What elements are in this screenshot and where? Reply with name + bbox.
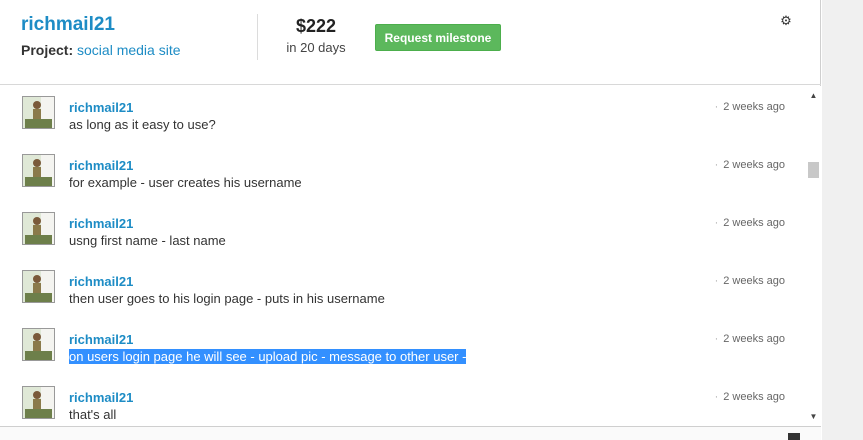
project-link[interactable]: social media site <box>77 42 181 58</box>
request-milestone-button[interactable]: Request milestone <box>375 24 501 51</box>
message-text: usng first name - last name <box>69 233 226 248</box>
scroll-up-arrow-icon[interactable]: ▲ <box>806 88 821 103</box>
page-background <box>822 0 863 440</box>
resize-handle[interactable] <box>788 433 800 440</box>
message-item: richmail21 that's all · 2 weeks ago <box>0 376 806 426</box>
gear-icon[interactable]: ⚙ <box>779 14 793 28</box>
conversation-panel: richmail21 Project: social media site $2… <box>0 0 821 440</box>
avatar[interactable] <box>22 154 55 187</box>
message-username[interactable]: richmail21 <box>69 158 133 173</box>
message-timestamp: · 2 weeks ago <box>714 217 785 229</box>
message-timestamp: · 2 weeks ago <box>714 391 785 403</box>
avatar[interactable] <box>22 212 55 245</box>
message-time-label: 2 weeks ago <box>723 159 785 171</box>
message-username[interactable]: richmail21 <box>69 216 133 231</box>
scroll-thumb[interactable] <box>808 162 819 178</box>
message-item: richmail21 as long as it easy to use? · 2… <box>0 86 806 144</box>
message-time-label: 2 weeks ago <box>723 101 785 113</box>
header-username[interactable]: richmail21 <box>21 14 115 36</box>
message-text: for example - user creates his username <box>69 175 302 190</box>
message-time-label: 2 weeks ago <box>723 275 785 287</box>
message-text: then user goes to his login page - puts … <box>69 291 385 306</box>
message-text-selected: on users login page he will see - upload… <box>69 349 467 364</box>
message-item: richmail21 usng first name - last name ·… <box>0 202 806 260</box>
bid-duration: in 20 days <box>286 40 346 55</box>
header-divider <box>257 14 258 60</box>
message-time-label: 2 weeks ago <box>723 333 785 345</box>
message-username[interactable]: richmail21 <box>69 332 133 347</box>
message-username[interactable]: richmail21 <box>69 390 133 405</box>
message-item: richmail21 then user goes to his login p… <box>0 260 806 318</box>
project-line: Project: social media site <box>21 42 181 58</box>
message-item: richmail21 for example - user creates hi… <box>0 144 806 202</box>
message-time-label: 2 weeks ago <box>723 391 785 403</box>
message-timestamp: · 2 weeks ago <box>714 159 785 171</box>
conversation-header: richmail21 Project: social media site $2… <box>0 0 821 85</box>
message-username[interactable]: richmail21 <box>69 100 133 115</box>
avatar[interactable] <box>22 96 55 129</box>
message-time-label: 2 weeks ago <box>723 217 785 229</box>
project-label: Project: <box>21 42 74 58</box>
message-username[interactable]: richmail21 <box>69 274 133 289</box>
avatar[interactable] <box>22 328 55 361</box>
message-item: richmail21 on users login page he will s… <box>0 318 806 376</box>
message-timestamp: · 2 weeks ago <box>714 275 785 287</box>
scroll-down-arrow-icon[interactable]: ▼ <box>806 409 821 424</box>
avatar[interactable] <box>22 270 55 303</box>
message-scrollbar[interactable]: ▲ ▼ <box>806 86 821 426</box>
bid-amount: $222 <box>295 16 337 36</box>
message-timestamp: · 2 weeks ago <box>714 101 785 113</box>
message-timestamp: · 2 weeks ago <box>714 333 785 345</box>
bottom-bar <box>0 426 821 440</box>
message-list[interactable]: richmail21 as long as it easy to use? · 2… <box>0 86 806 426</box>
avatar[interactable] <box>22 386 55 419</box>
message-text: that's all <box>69 407 117 422</box>
message-text: as long as it easy to use? <box>69 117 216 132</box>
